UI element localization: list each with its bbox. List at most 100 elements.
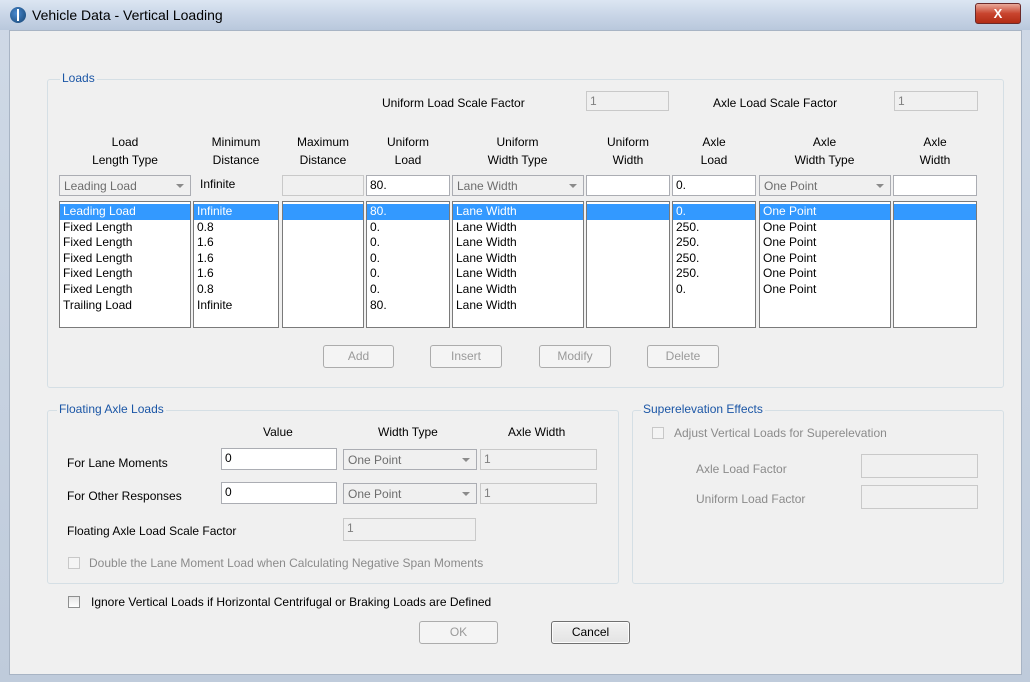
list-item[interactable]: Lane Width bbox=[453, 204, 583, 220]
ignore-vertical-loads-label: Ignore Vertical Loads if Horizontal Cent… bbox=[91, 595, 492, 609]
list-item[interactable]: Infinite bbox=[194, 204, 278, 220]
ignore-vertical-loads-checkbox[interactable] bbox=[68, 596, 80, 608]
list-item[interactable]: Fixed Length bbox=[60, 282, 190, 298]
header-uniform-width: Uniform Width bbox=[606, 135, 649, 167]
chevron-down-icon bbox=[176, 184, 184, 188]
header-axle-width-type: Axle Width Type bbox=[794, 135, 855, 167]
axle-width-field[interactable] bbox=[893, 175, 977, 196]
list-axle-load[interactable]: 0. 250. 250. 250. 250. 0. bbox=[672, 201, 756, 328]
list-item[interactable]: 0. bbox=[367, 282, 449, 298]
title-bar[interactable]: Vehicle Data - Vertical Loading X bbox=[0, 0, 1030, 30]
list-item[interactable]: Fixed Length bbox=[60, 266, 190, 282]
header-axle-load: Axle Load bbox=[700, 135, 728, 167]
list-item[interactable]: 250. bbox=[673, 266, 755, 282]
add-button[interactable]: Add bbox=[323, 345, 394, 368]
uniform-width-type-dropdown[interactable]: Lane Width bbox=[452, 175, 584, 196]
other-responses-width-type-dropdown[interactable]: One Point bbox=[343, 483, 477, 504]
list-item[interactable]: Lane Width bbox=[453, 235, 583, 251]
list-item[interactable]: Trailing Load bbox=[60, 298, 190, 314]
list-axle-width[interactable] bbox=[893, 201, 977, 328]
list-item[interactable]: 0. bbox=[367, 220, 449, 236]
list-item[interactable]: Lane Width bbox=[453, 282, 583, 298]
modify-button[interactable]: Modify bbox=[539, 345, 611, 368]
other-responses-value-field[interactable]: 0 bbox=[221, 482, 337, 504]
list-item[interactable]: Infinite bbox=[194, 298, 278, 314]
uniform-scale-field[interactable]: 1 bbox=[586, 91, 669, 111]
chevron-down-icon bbox=[876, 184, 884, 188]
floating-axle-legend: Floating Axle Loads bbox=[57, 402, 166, 416]
header-axle-width: Axle Width bbox=[919, 135, 951, 167]
uniform-width-field[interactable] bbox=[586, 175, 670, 196]
cancel-button[interactable]: Cancel bbox=[551, 621, 630, 644]
list-item[interactable]: 80. bbox=[367, 298, 449, 314]
list-item[interactable]: One Point bbox=[760, 204, 890, 220]
list-item[interactable]: 0. bbox=[367, 266, 449, 282]
floating-scale-field[interactable]: 1 bbox=[343, 518, 476, 541]
max-distance-field[interactable] bbox=[282, 175, 364, 196]
other-responses-label: For Other Responses bbox=[67, 489, 182, 503]
list-item[interactable]: Fixed Length bbox=[60, 251, 190, 267]
close-button[interactable]: X bbox=[975, 3, 1021, 24]
list-item[interactable]: Lane Width bbox=[453, 298, 583, 314]
axle-width-column-header: Axle Width bbox=[508, 425, 566, 439]
uniform-scale-label: Uniform Load Scale Factor bbox=[382, 96, 525, 110]
list-load-length-type[interactable]: Leading Load Fixed Length Fixed Length Fixe… bbox=[59, 201, 191, 328]
list-item[interactable]: One Point bbox=[760, 251, 890, 267]
list-item[interactable]: One Point bbox=[760, 266, 890, 282]
width-type-column-header: Width Type bbox=[378, 425, 438, 439]
list-item[interactable]: 0. bbox=[367, 251, 449, 267]
axle-scale-label: Axle Load Scale Factor bbox=[713, 96, 838, 110]
axle-scale-field[interactable]: 1 bbox=[894, 91, 978, 111]
list-item[interactable]: One Point bbox=[760, 282, 890, 298]
insert-button[interactable]: Insert bbox=[430, 345, 502, 368]
ok-button[interactable]: OK bbox=[419, 621, 498, 644]
uniform-load-factor-field[interactable] bbox=[861, 485, 978, 509]
list-max-distance[interactable] bbox=[282, 201, 364, 328]
header-uniform-width-type: Uniform Width Type bbox=[487, 135, 548, 167]
list-item[interactable]: 80. bbox=[367, 204, 449, 220]
list-item[interactable]: Lane Width bbox=[453, 251, 583, 267]
list-item[interactable]: 0.8 bbox=[194, 282, 278, 298]
list-item[interactable]: One Point bbox=[760, 235, 890, 251]
min-distance-field[interactable]: Infinite bbox=[200, 177, 235, 191]
lane-moments-width-type-dropdown[interactable]: One Point bbox=[343, 449, 477, 470]
lane-moments-axle-width-field[interactable]: 1 bbox=[480, 449, 597, 470]
list-item[interactable]: 1.6 bbox=[194, 251, 278, 267]
list-item[interactable]: 250. bbox=[673, 220, 755, 236]
uniform-load-field[interactable]: 80. bbox=[366, 175, 450, 196]
list-item[interactable]: 0. bbox=[673, 204, 755, 220]
list-uniform-width-type[interactable]: Lane Width Lane Width Lane Width Lane Width… bbox=[452, 201, 584, 328]
selected-row-highlight bbox=[894, 204, 976, 220]
chevron-down-icon bbox=[462, 458, 470, 462]
list-axle-width-type[interactable]: One Point One Point One Point One Point One … bbox=[759, 201, 891, 328]
axle-width-type-dropdown[interactable]: One Point bbox=[759, 175, 891, 196]
list-item[interactable]: One Point bbox=[760, 220, 890, 236]
adjust-superelevation-checkbox[interactable] bbox=[652, 427, 664, 439]
other-responses-axle-width-field[interactable]: 1 bbox=[480, 483, 597, 504]
list-item[interactable]: Lane Width bbox=[453, 220, 583, 236]
lane-moments-value-field[interactable]: 0 bbox=[221, 448, 337, 470]
list-uniform-width[interactable] bbox=[586, 201, 670, 328]
selected-row-highlight bbox=[283, 204, 363, 220]
list-item[interactable]: Fixed Length bbox=[60, 235, 190, 251]
list-item[interactable]: 1.6 bbox=[194, 235, 278, 251]
list-item[interactable]: 0. bbox=[367, 235, 449, 251]
superelevation-legend: Superelevation Effects bbox=[641, 402, 765, 416]
lane-moments-label: For Lane Moments bbox=[67, 456, 168, 470]
list-item[interactable]: 1.6 bbox=[194, 266, 278, 282]
delete-button[interactable]: Delete bbox=[647, 345, 719, 368]
axle-load-factor-field[interactable] bbox=[861, 454, 978, 478]
list-item[interactable]: 0.8 bbox=[194, 220, 278, 236]
list-item[interactable]: Leading Load bbox=[60, 204, 190, 220]
double-lane-moment-checkbox[interactable] bbox=[68, 557, 80, 569]
list-item[interactable]: Fixed Length bbox=[60, 220, 190, 236]
axle-load-field[interactable]: 0. bbox=[672, 175, 756, 196]
list-item[interactable]: 250. bbox=[673, 235, 755, 251]
load-length-type-dropdown[interactable]: Leading Load bbox=[59, 175, 191, 196]
list-item[interactable]: Lane Width bbox=[453, 266, 583, 282]
list-item[interactable]: 250. bbox=[673, 251, 755, 267]
list-min-distance[interactable]: Infinite 0.8 1.6 1.6 1.6 0.8 Infinite bbox=[193, 201, 279, 328]
list-item[interactable]: 0. bbox=[673, 282, 755, 298]
header-load-length-type: Load Length Type bbox=[92, 135, 158, 167]
list-uniform-load[interactable]: 80. 0. 0. 0. 0. 0. 80. bbox=[366, 201, 450, 328]
